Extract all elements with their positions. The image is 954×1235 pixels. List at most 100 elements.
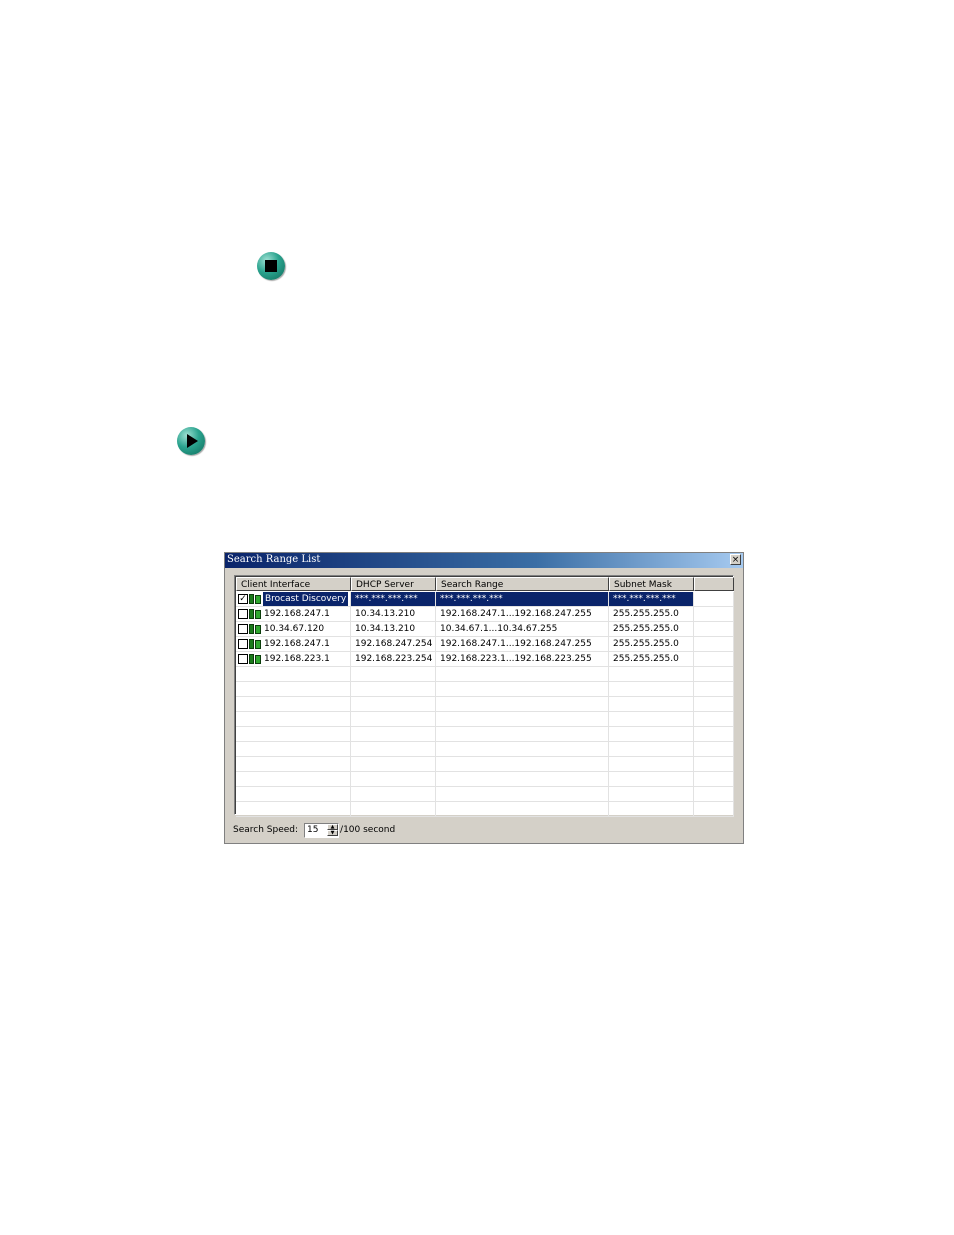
search-speed-row: Search Speed: ▲ ▼ /100 second [233,822,395,838]
column-header-search-range[interactable]: Search Range [436,577,609,591]
cell-search-range: 192.168.247.1...192.168.247.255 [436,607,609,621]
table-row[interactable]: ✓ Brocast Discovery ***.***.***.*** ***.***… [236,592,734,607]
empty-table-row [236,802,734,817]
cell-search-range [436,787,609,801]
empty-table-row [236,772,734,787]
row-checkbox[interactable] [238,654,248,664]
table-row[interactable]: 192.168.247.1 10.34.13.210 192.168.247.1..… [236,607,734,622]
cell-filler [694,712,734,726]
column-header-filler [694,577,734,591]
search-range-table[interactable]: Client Interface DHCP Server Search Rang… [234,575,734,817]
cell-subnet-mask [609,682,694,696]
search-range-list-window: Search Range List × Client Interface DHC… [224,552,744,844]
cell-search-range: 10.34.67.1...10.34.67.255 [436,622,609,636]
cell-client-interface [236,697,351,711]
cell-subnet-mask [609,802,694,816]
cell-filler [694,802,734,816]
search-speed-input[interactable] [305,823,328,837]
empty-table-row [236,787,734,802]
cell-subnet-mask [609,667,694,681]
empty-table-row [236,757,734,772]
search-speed-unit: /100 second [340,825,396,835]
cell-search-range: 192.168.223.1...192.168.223.255 [436,652,609,666]
row-checkbox[interactable]: ✓ [238,594,248,604]
cell-filler [694,637,734,651]
cell-client-interface [236,802,351,816]
cell-search-range [436,682,609,696]
cell-dhcp-server: 192.168.247.254 [351,637,436,651]
client-interface-label: 192.168.247.1 [264,639,330,649]
cell-filler [694,787,734,801]
table-row[interactable]: 192.168.223.1 192.168.223.254 192.168.223.… [236,652,734,667]
network-adapter-icon [249,638,261,650]
play-triangle-glyph [187,434,198,448]
cell-dhcp-server [351,787,436,801]
row-checkbox[interactable] [238,609,248,619]
column-header-subnet-mask[interactable]: Subnet Mask [609,577,694,591]
search-speed-stepper[interactable]: ▲ ▼ [304,822,340,838]
stepper-down-button[interactable]: ▼ [327,829,339,836]
cell-subnet-mask: 255.255.255.0 [609,637,694,651]
cell-dhcp-server [351,727,436,741]
cell-search-range: ***.***.***.*** [436,592,609,606]
column-header-client-interface[interactable]: Client Interface [236,577,351,591]
cell-filler [694,682,734,696]
network-adapter-icon [249,623,261,635]
empty-table-row [236,742,734,757]
cell-filler [694,652,734,666]
cell-dhcp-server [351,742,436,756]
cell-search-range [436,727,609,741]
close-icon[interactable]: × [730,554,741,565]
cell-search-range: 192.168.247.1...192.168.247.255 [436,637,609,651]
cell-subnet-mask: 255.255.255.0 [609,622,694,636]
cell-subnet-mask [609,772,694,786]
client-interface-label: 192.168.223.1 [264,654,330,664]
cell-dhcp-server [351,802,436,816]
cell-subnet-mask: ***.***.***.*** [609,592,694,606]
cell-client-interface [236,787,351,801]
cell-client-interface [236,682,351,696]
cell-search-range [436,712,609,726]
network-adapter-icon [249,608,261,620]
empty-table-row [236,667,734,682]
cell-client-interface: ✓ Brocast Discovery [236,592,351,606]
row-checkbox[interactable] [238,624,248,634]
table-row[interactable]: 192.168.247.1 192.168.247.254 192.168.247.… [236,637,734,652]
cell-dhcp-server [351,757,436,771]
window-title: Search Range List [227,554,321,565]
cell-search-range [436,667,609,681]
row-checkbox[interactable] [238,639,248,649]
empty-table-row [236,697,734,712]
cell-subnet-mask [609,787,694,801]
client-interface-label: Brocast Discovery [263,592,349,606]
cell-client-interface: 192.168.247.1 [236,607,351,621]
client-interface-label: 10.34.67.120 [264,624,325,634]
cell-filler [694,757,734,771]
cell-dhcp-server: ***.***.***.*** [351,592,436,606]
empty-table-row [236,712,734,727]
column-header-dhcp-server[interactable]: DHCP Server [351,577,436,591]
cell-client-interface [236,772,351,786]
cell-filler [694,727,734,741]
table-header: Client Interface DHCP Server Search Rang… [236,577,734,591]
cell-client-interface: 192.168.247.1 [236,637,351,651]
cell-dhcp-server [351,772,436,786]
cell-filler [694,592,734,606]
cell-client-interface [236,727,351,741]
cell-filler [694,697,734,711]
cell-client-interface [236,667,351,681]
cell-filler [694,607,734,621]
cell-filler [694,667,734,681]
cell-subnet-mask [609,712,694,726]
cell-search-range [436,802,609,816]
table-row[interactable]: 10.34.67.120 10.34.13.210 10.34.67.1...10.… [236,622,734,637]
play-bullet-icon [177,427,205,455]
cell-subnet-mask: 255.255.255.0 [609,607,694,621]
table-body: ✓ Brocast Discovery ***.***.***.*** ***.***… [236,592,734,817]
title-bar[interactable]: Search Range List × [225,553,743,568]
cell-subnet-mask [609,697,694,711]
cell-search-range [436,697,609,711]
empty-table-row [236,727,734,742]
cell-client-interface: 10.34.67.120 [236,622,351,636]
cell-dhcp-server: 10.34.13.210 [351,607,436,621]
